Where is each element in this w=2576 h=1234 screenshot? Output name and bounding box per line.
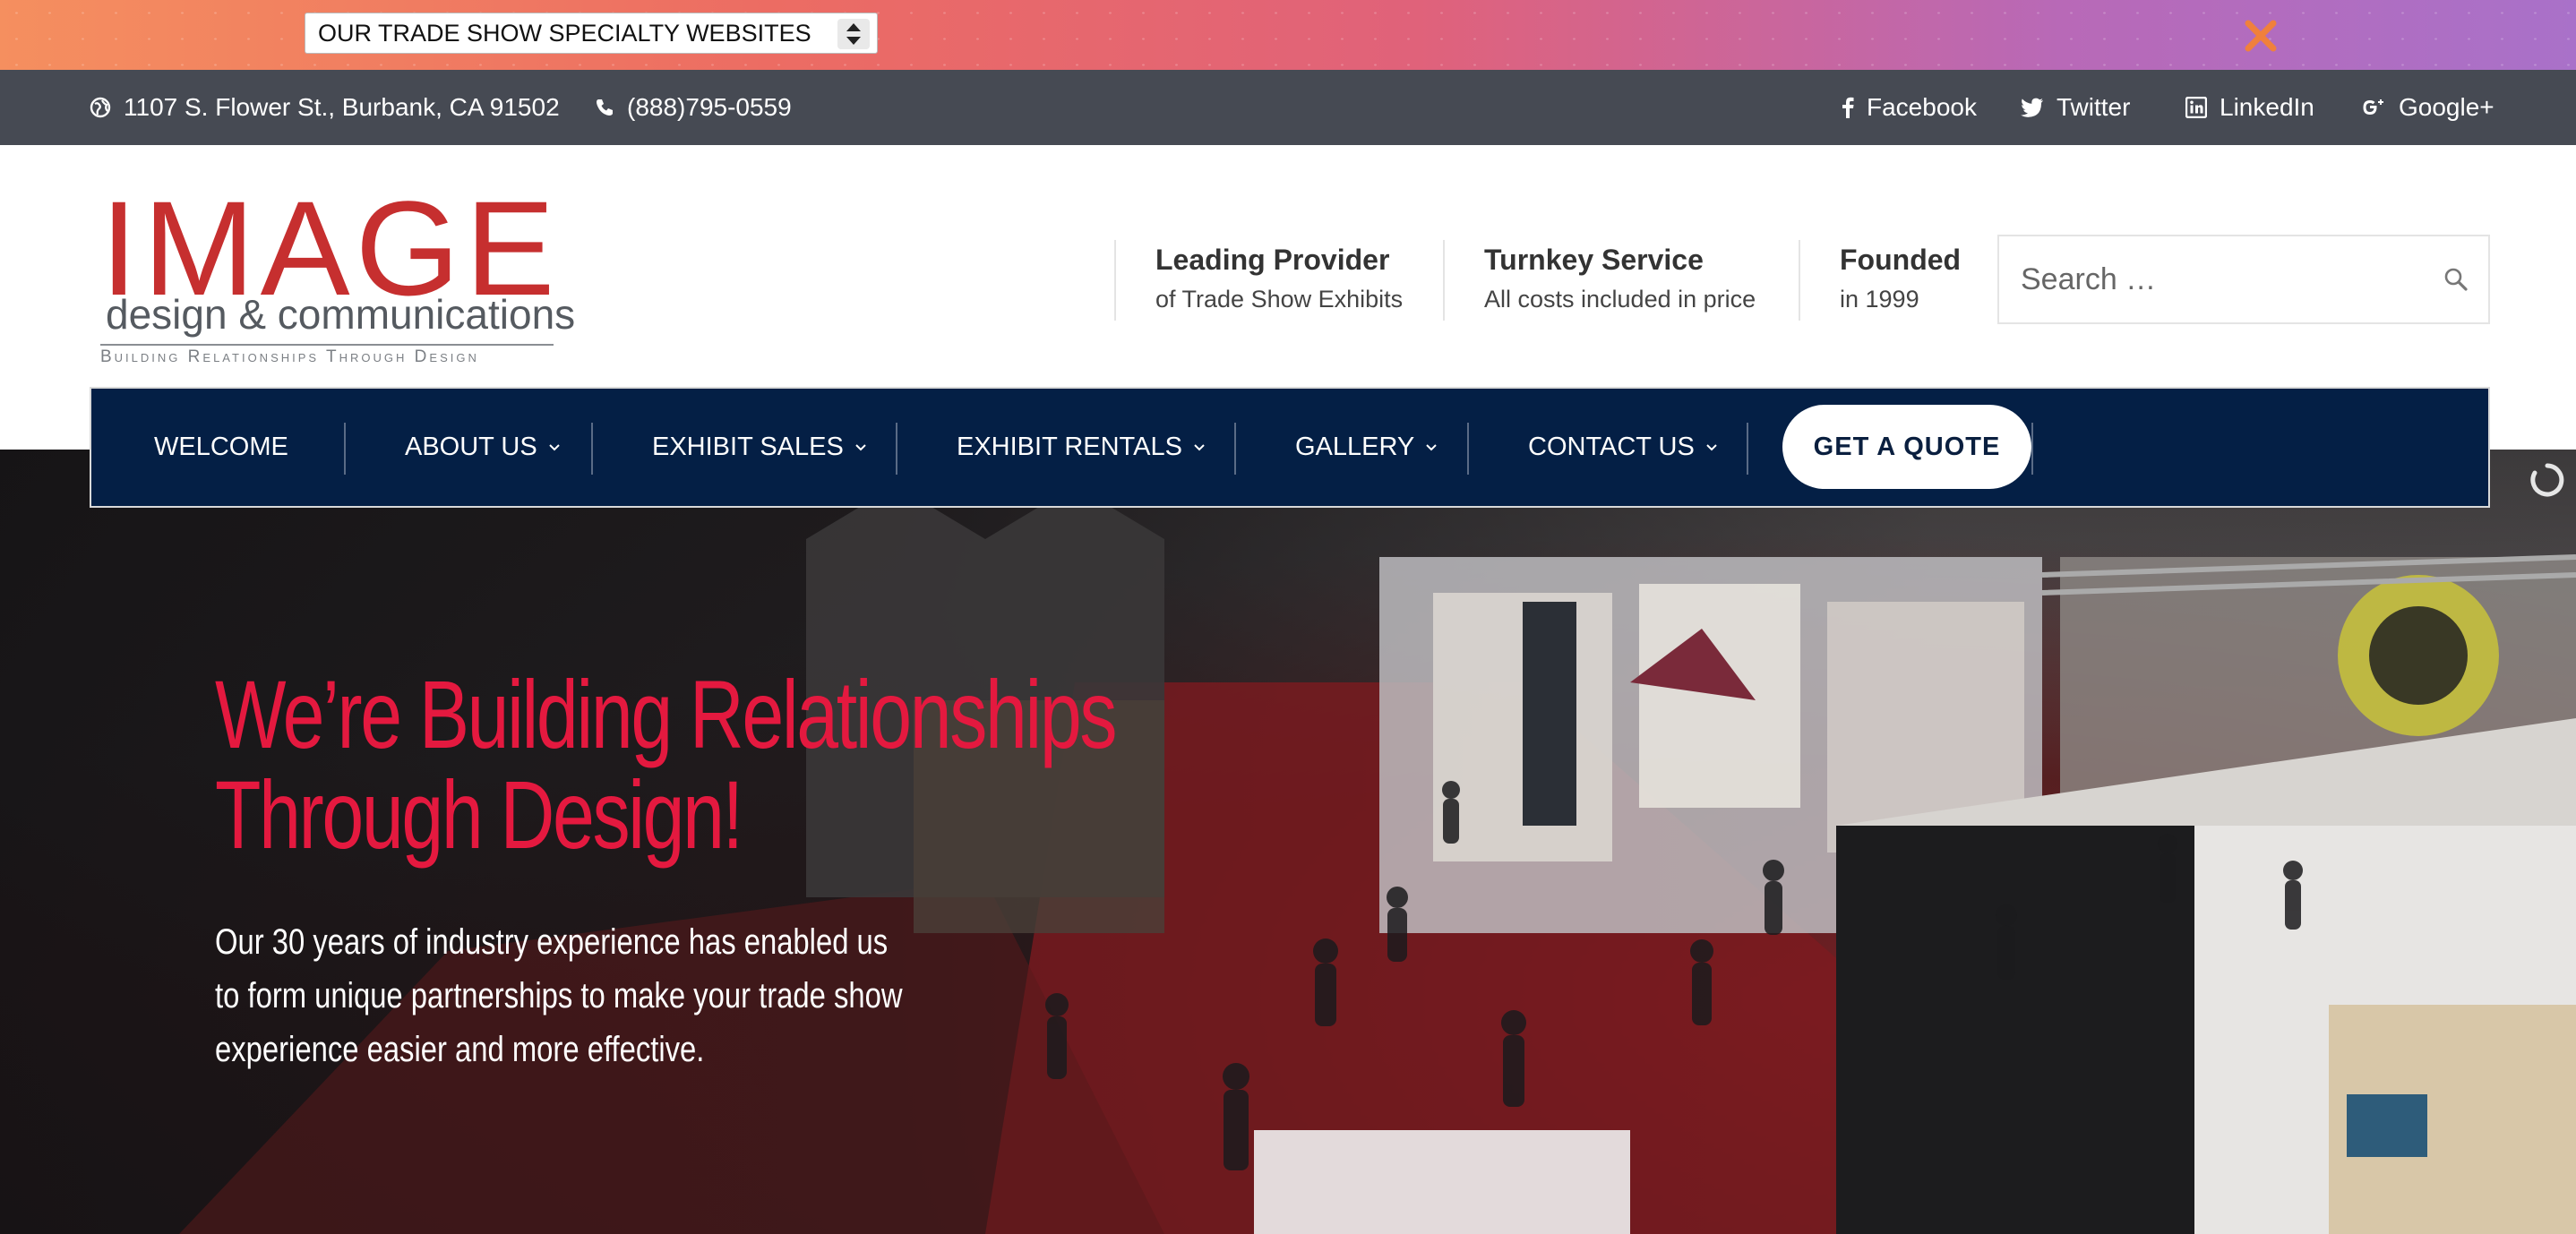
chevron-down-icon <box>549 443 560 450</box>
googleplus-label: Google+ <box>2399 93 2494 121</box>
search-icon[interactable] <box>2443 267 2469 296</box>
feature-subtitle: All costs included in price <box>1484 286 1756 313</box>
nav-item-exhibit-sales[interactable]: EXHIBIT SALES <box>652 389 867 506</box>
close-icon[interactable] <box>2239 14 2282 57</box>
hero-description: Our 30 years of industry experience has … <box>215 915 920 1076</box>
get-a-quote-button[interactable]: GET A QUOTE <box>1782 405 2031 489</box>
promo-bar: OUR TRADE SHOW SPECIALTY WEBSITES <box>0 0 2576 70</box>
nav-divider <box>1747 423 1748 475</box>
feature-title: Leading Provider <box>1155 244 1390 276</box>
google-plus-icon <box>2363 99 2383 115</box>
chevron-down-icon <box>1194 443 1205 450</box>
hero-title-line-2: Through Design! <box>215 760 743 869</box>
specialty-websites-select[interactable]: OUR TRADE SHOW SPECIALTY WEBSITES <box>305 13 878 54</box>
facebook-icon <box>1842 97 1854 118</box>
logo-tagline: Building Relationships Through Design <box>100 347 479 366</box>
hero-description-line-2: to form unique partnerships to make your… <box>215 976 903 1015</box>
hero-banner: We’re Building Relationships Through Des… <box>0 450 2576 1234</box>
facebook-label: Facebook <box>1867 93 1977 121</box>
hero-title-line-1: We’re Building Relationships <box>215 660 1118 768</box>
nav-divider <box>591 423 593 475</box>
feature-title: Founded <box>1840 244 1962 276</box>
phone-link[interactable]: (888)795-0559 <box>595 70 792 145</box>
nav-item-label: ABOUT US <box>405 433 537 461</box>
search-box <box>1997 235 2490 324</box>
twitter-label: Twitter <box>2057 93 2131 121</box>
site-logo[interactable]: IMAGE design & communications Building R… <box>100 181 575 369</box>
globe-icon <box>90 97 111 118</box>
contact-bar: 1107 S. Flower St., Burbank, CA 91502 (8… <box>0 70 2576 145</box>
feature-turnkey-service: Turnkey Service All costs included in pr… <box>1443 240 1756 321</box>
hero-title: We’re Building Relationships Through Des… <box>215 660 1118 869</box>
nav-item-contact-us[interactable]: CONTACT US <box>1528 389 1718 506</box>
twitter-link[interactable]: Twitter <box>2021 70 2130 145</box>
nav-divider <box>896 423 897 475</box>
chevron-down-icon <box>855 443 866 450</box>
chevron-down-icon <box>1706 443 1717 450</box>
linkedin-icon <box>2185 97 2207 118</box>
main-navigation: WELCOME ABOUT US EXHIBIT SALES EXHIBIT R… <box>90 387 2490 508</box>
nav-item-label: EXHIBIT RENTALS <box>957 433 1182 461</box>
nav-item-exhibit-rentals[interactable]: EXHIBIT RENTALS <box>957 389 1206 506</box>
chevron-down-icon <box>1426 443 1437 450</box>
nav-item-label: CONTACT US <box>1528 433 1695 461</box>
address: 1107 S. Flower St., Burbank, CA 91502 <box>90 70 560 145</box>
nav-item-label: GALLERY <box>1295 433 1415 461</box>
linkedin-link[interactable]: LinkedIn <box>2185 70 2314 145</box>
feature-founded: Founded in 1999 <box>1799 240 1961 321</box>
loading-spinner-icon <box>2529 462 2565 502</box>
logo-divider <box>100 344 554 346</box>
select-arrows-icon <box>837 19 870 49</box>
specialty-websites-select-value: OUR TRADE SHOW SPECIALTY WEBSITES <box>318 19 811 47</box>
facebook-link[interactable]: Facebook <box>1842 70 1977 145</box>
nav-divider <box>2031 423 2033 475</box>
nav-item-label: WELCOME <box>154 433 288 461</box>
address-text: 1107 S. Flower St., Burbank, CA 91502 <box>124 93 560 121</box>
linkedin-label: LinkedIn <box>2220 93 2314 121</box>
feature-subtitle: of Trade Show Exhibits <box>1155 286 1404 313</box>
nav-item-about-us[interactable]: ABOUT US <box>405 389 561 506</box>
feature-leading-provider: Leading Provider of Trade Show Exhibits <box>1114 240 1403 321</box>
search-input[interactable] <box>1999 236 2420 322</box>
nav-divider <box>1467 423 1469 475</box>
googleplus-link[interactable]: Google+ <box>2361 70 2494 145</box>
nav-item-gallery[interactable]: GALLERY <box>1295 389 1438 506</box>
nav-item-label: EXHIBIT SALES <box>652 433 844 461</box>
hero-description-line-3: experience easier and more effective. <box>215 1030 705 1069</box>
nav-divider <box>344 423 346 475</box>
hero-description-line-1: Our 30 years of industry experience has … <box>215 922 889 962</box>
nav-item-welcome[interactable]: WELCOME <box>154 389 288 506</box>
twitter-icon <box>2021 98 2043 117</box>
feature-subtitle: in 1999 <box>1840 286 1919 313</box>
phone-icon <box>597 99 613 116</box>
phone-text: (888)795-0559 <box>627 93 792 121</box>
logo-sub-text: design & communications <box>106 291 576 338</box>
nav-divider <box>1234 423 1236 475</box>
feature-title: Turnkey Service <box>1484 244 1704 276</box>
